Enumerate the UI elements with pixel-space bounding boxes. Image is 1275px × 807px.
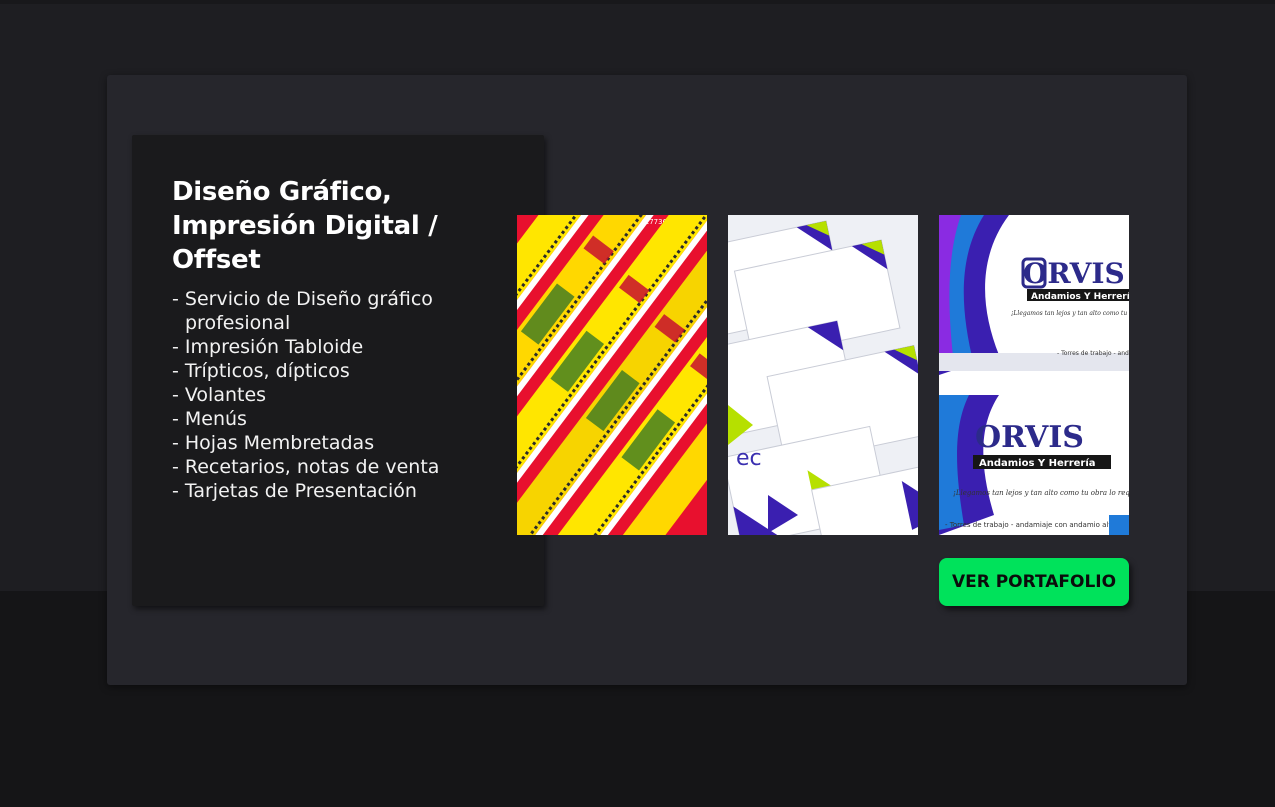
spiral-bound-prints-photo: Tel: 2291177360 y 229 xyxy=(517,215,707,535)
service-item-triptychs: - Trípticos, dípticos xyxy=(172,360,350,382)
photo-2-logo-text: ec xyxy=(736,446,762,471)
photo-3-subtitle-bottom: Andamios Y Herrería xyxy=(979,457,1096,469)
section-title: Diseño Gráfico, Impresión Digital / Offs… xyxy=(172,177,438,275)
photo-3-body-bottom: - Torres de trabajo - andamiaje con anda… xyxy=(945,521,1129,529)
page-top-edge xyxy=(0,0,1275,4)
view-portfolio-button[interactable]: VER PORTAFOLIO xyxy=(939,558,1129,606)
orvis-flyers-photo: ORVIS Andamios Y Herrería ¡Llegamos tan … xyxy=(939,215,1129,535)
service-item-business-cards: - Tarjetas de Presentación xyxy=(172,480,417,502)
service-item-prescriptions: - Recetarios, notas de venta xyxy=(172,456,440,478)
photo-3-logo-top: ORVIS xyxy=(1023,257,1125,290)
service-item-design: - Servicio de Diseño gráfico profesional xyxy=(172,288,433,334)
photo-3-tagline-bottom: ¡Llegamos tan lejos y tan alto como tu o… xyxy=(953,489,1129,497)
photo-3-tagline-top: ¡Llegamos tan lejos y tan alto como tu o… xyxy=(1011,310,1129,317)
photo-3-body-top: - Torres de trabajo - andamiaje con anda… xyxy=(1057,350,1129,357)
photo-3-logo-bottom: ORVIS xyxy=(975,420,1084,455)
service-item-menus: - Menús xyxy=(172,408,247,430)
photo-3-subtitle-top: Andamios Y Herrería xyxy=(1031,292,1129,302)
services-info-box: Diseño Gráfico, Impresión Digital / Offs… xyxy=(132,135,544,606)
service-item-letterheads: - Hojas Membretadas xyxy=(172,432,375,454)
services-card: Diseño Gráfico, Impresión Digital / Offs… xyxy=(107,75,1187,685)
service-item-flyers: - Volantes xyxy=(172,384,267,406)
business-cards-photo: ec xyxy=(728,215,918,535)
service-item-tabloid: - Impresión Tabloide xyxy=(172,336,364,358)
services-list: - Servicio de Diseño gráfico profesional… xyxy=(172,287,472,503)
